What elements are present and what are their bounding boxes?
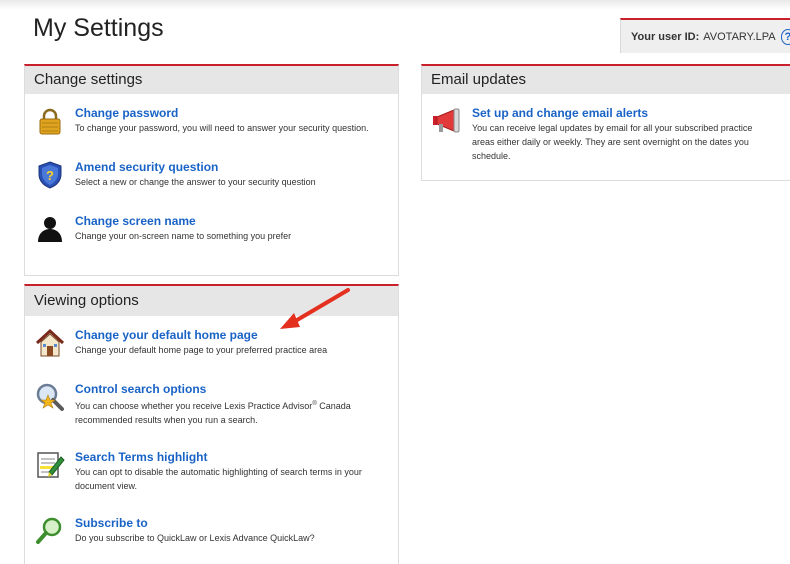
change-settings-header: Change settings [25, 66, 398, 94]
page-title: My Settings [33, 14, 164, 42]
search-highlight-desc: You can opt to disable the automatic hig… [75, 467, 362, 491]
change-password-link[interactable]: Change password [75, 106, 178, 120]
subscribe-desc: Do you subscribe to QuickLaw or Lexis Ad… [75, 533, 315, 543]
email-alerts-desc: You can receive legal updates by email f… [472, 123, 753, 161]
help-icon[interactable]: ? [780, 28, 790, 45]
default-home-desc: Change your default home page to your pr… [75, 345, 328, 355]
padlock-icon [39, 108, 61, 135]
user-id-box: Your user ID: AVOTARY.LPA ? [620, 18, 790, 53]
top-shadow [0, 0, 790, 10]
magnifier-green-icon [36, 517, 62, 544]
magnifier-star-icon [36, 383, 64, 411]
change-settings-panel: Change settings Change password To chang… [24, 64, 399, 276]
change-screen-name-desc: Change your on-screen name to something … [75, 231, 292, 241]
email-updates-panel: Email updates Set up and change email al… [421, 64, 790, 181]
search-options-item: Control search options You can choose wh… [35, 382, 395, 426]
change-screen-name-link[interactable]: Change screen name [75, 214, 196, 228]
change-screen-name-item: Change screen name Change your on-screen… [35, 214, 395, 254]
email-alerts-item: Set up and change email alerts You can r… [432, 106, 787, 161]
house-icon [35, 328, 65, 357]
shield-question-icon: ? [38, 161, 62, 189]
person-silhouette-icon [38, 217, 62, 242]
change-password-desc: To change your password, you will need t… [75, 123, 369, 133]
annotation-arrow-icon [280, 288, 350, 329]
search-options-desc: You can choose whether you receive Lexis… [75, 397, 370, 427]
search-highlight-item: Search Terms highlight You can opt to di… [35, 450, 395, 494]
svg-text:?: ? [46, 168, 54, 183]
search-highlight-link[interactable]: Search Terms highlight [75, 450, 207, 464]
default-home-link[interactable]: Change your default home page [75, 328, 258, 342]
email-alerts-link[interactable]: Set up and change email alerts [472, 106, 648, 120]
user-id-value: AVOTARY.LPA [703, 30, 776, 43]
search-options-desc-a: You can choose whether you receive Lexis… [75, 401, 313, 411]
highlighter-icon [37, 452, 65, 478]
amend-security-item: ? Amend security question Select a new o… [35, 160, 395, 200]
megaphone-icon [433, 108, 460, 133]
change-password-item: Change password To change your password,… [35, 106, 395, 146]
search-options-link[interactable]: Control search options [75, 382, 206, 396]
subscribe-link[interactable]: Subscribe to [75, 516, 148, 530]
email-updates-header: Email updates [422, 66, 790, 94]
subscribe-item: Subscribe to Do you subscribe to QuickLa… [35, 516, 395, 556]
user-id-label: Your user ID: [631, 30, 700, 43]
amend-security-link[interactable]: Amend security question [75, 160, 218, 174]
amend-security-desc: Select a new or change the answer to you… [75, 177, 316, 187]
